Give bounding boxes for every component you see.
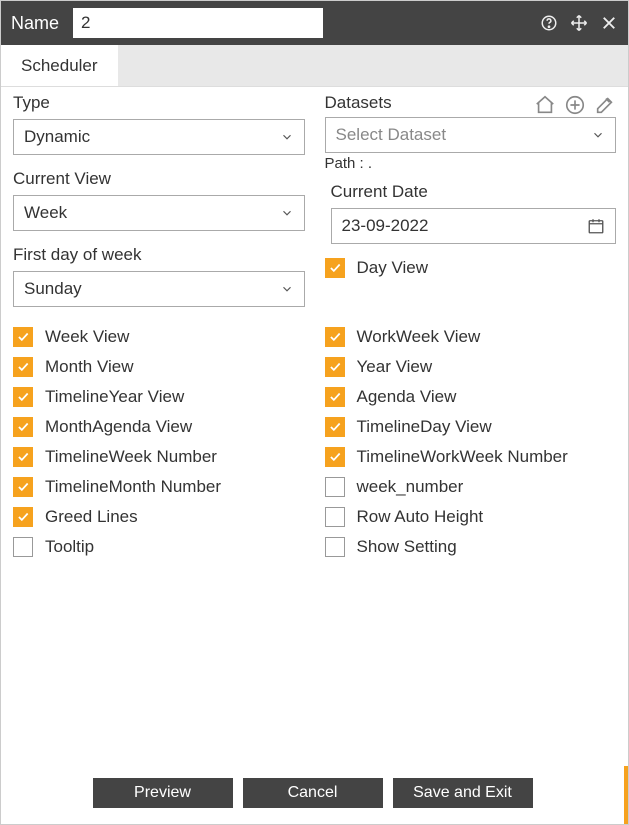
checkbox-icon — [325, 417, 345, 437]
check-row[interactable]: MonthAgenda View — [13, 417, 305, 437]
check-row[interactable]: Agenda View — [325, 387, 617, 407]
path-line: Path : . — [325, 155, 617, 172]
checkbox-icon — [13, 507, 33, 527]
preview-button[interactable]: Preview — [93, 778, 233, 808]
checkbox-icon — [325, 477, 345, 497]
checkbox-icon — [325, 537, 345, 557]
check-label: Show Setting — [357, 537, 457, 557]
checkbox-icon — [325, 447, 345, 467]
checkbox-icon — [325, 357, 345, 377]
dialog: Name Scheduler Type — [0, 0, 629, 825]
first-day-select[interactable]: Sunday — [13, 271, 305, 307]
home-icon[interactable] — [534, 94, 556, 116]
check-label: Week View — [45, 327, 129, 347]
check-row[interactable]: Month View — [13, 357, 305, 377]
check-label: Greed Lines — [45, 507, 138, 527]
chevron-down-icon — [591, 128, 605, 142]
check-label: TimelineWeek Number — [45, 447, 217, 467]
current-view-select[interactable]: Week — [13, 195, 305, 231]
check-row[interactable]: Show Setting — [325, 537, 617, 557]
current-date-label: Current Date — [325, 182, 617, 202]
current-date-value: 23-09-2022 — [342, 216, 588, 236]
check-label: Agenda View — [357, 387, 457, 407]
check-row[interactable]: WorkWeek View — [325, 327, 617, 347]
check-label: TimelineYear View — [45, 387, 184, 407]
checkbox-icon — [325, 387, 345, 407]
save-button[interactable]: Save and Exit — [393, 778, 533, 808]
check-row[interactable]: TimelineWorkWeek Number — [325, 447, 617, 467]
checkbox-icon — [325, 258, 345, 278]
checks-left: Week View Month View TimelineYear View Mont… — [13, 327, 305, 567]
check-row[interactable]: Greed Lines — [13, 507, 305, 527]
type-select[interactable]: Dynamic — [13, 119, 305, 155]
check-row[interactable]: week_number — [325, 477, 617, 497]
path-label: Path : — [325, 155, 364, 172]
check-label: TimelineDay View — [357, 417, 492, 437]
check-label: Day View — [357, 258, 429, 278]
check-label: TimelineMonth Number — [45, 477, 221, 497]
check-label: Month View — [45, 357, 134, 377]
checkbox-icon — [13, 537, 33, 557]
check-label: WorkWeek View — [357, 327, 481, 347]
check-label: Year View — [357, 357, 433, 377]
path-value: . — [368, 155, 372, 172]
name-input[interactable] — [73, 8, 323, 38]
check-row[interactable]: TimelineDay View — [325, 417, 617, 437]
chevron-down-icon — [280, 130, 294, 144]
current-date-input[interactable]: 23-09-2022 — [331, 208, 617, 244]
checkbox-icon — [13, 387, 33, 407]
add-icon[interactable] — [564, 94, 586, 116]
check-day-view[interactable]: Day View — [325, 258, 617, 278]
name-label: Name — [11, 13, 59, 34]
check-grid: Week View Month View TimelineYear View Mont… — [13, 327, 616, 567]
checkbox-icon — [13, 357, 33, 377]
close-icon[interactable] — [600, 14, 618, 32]
check-label: TimelineWorkWeek Number — [357, 447, 568, 467]
right-column: Datasets Select Dataset — [325, 93, 617, 321]
type-label: Type — [13, 93, 305, 113]
first-day-label: First day of week — [13, 245, 305, 265]
chevron-down-icon — [280, 282, 294, 296]
left-column: Type Dynamic Current View Week First day… — [13, 93, 305, 321]
tab-strip: Scheduler — [1, 45, 628, 87]
checkbox-icon — [13, 447, 33, 467]
titlebar: Name — [1, 1, 628, 45]
checks-right: WorkWeek View Year View Agenda View Timelin… — [325, 327, 617, 567]
calendar-icon — [587, 217, 605, 235]
checkbox-icon — [325, 327, 345, 347]
move-icon[interactable] — [570, 14, 588, 32]
check-row[interactable]: TimelineMonth Number — [13, 477, 305, 497]
current-view-value: Week — [24, 203, 280, 223]
checkbox-icon — [13, 417, 33, 437]
check-label: Tooltip — [45, 537, 94, 557]
check-row[interactable]: Week View — [13, 327, 305, 347]
check-label: Row Auto Height — [357, 507, 484, 527]
check-label: week_number — [357, 477, 464, 497]
type-value: Dynamic — [24, 127, 280, 147]
chevron-down-icon — [280, 206, 294, 220]
check-row[interactable]: Row Auto Height — [325, 507, 617, 527]
current-view-label: Current View — [13, 169, 305, 189]
checkbox-icon — [13, 327, 33, 347]
check-row[interactable]: TimelineWeek Number — [13, 447, 305, 467]
dataset-select[interactable]: Select Dataset — [325, 117, 617, 153]
check-row[interactable]: Year View — [325, 357, 617, 377]
edit-icon[interactable] — [594, 94, 616, 116]
help-icon[interactable] — [540, 14, 558, 32]
first-day-value: Sunday — [24, 279, 280, 299]
tab-scheduler[interactable]: Scheduler — [1, 45, 118, 86]
check-row[interactable]: Tooltip — [13, 537, 305, 557]
footer: Preview Cancel Save and Exit — [1, 766, 628, 824]
cancel-button[interactable]: Cancel — [243, 778, 383, 808]
checkbox-icon — [325, 507, 345, 527]
tab-label: Scheduler — [21, 56, 98, 76]
check-label: MonthAgenda View — [45, 417, 192, 437]
datasets-label: Datasets — [325, 93, 392, 113]
checkbox-icon — [13, 477, 33, 497]
body: Type Dynamic Current View Week First day… — [1, 87, 628, 766]
check-row[interactable]: TimelineYear View — [13, 387, 305, 407]
dataset-placeholder: Select Dataset — [336, 125, 592, 145]
